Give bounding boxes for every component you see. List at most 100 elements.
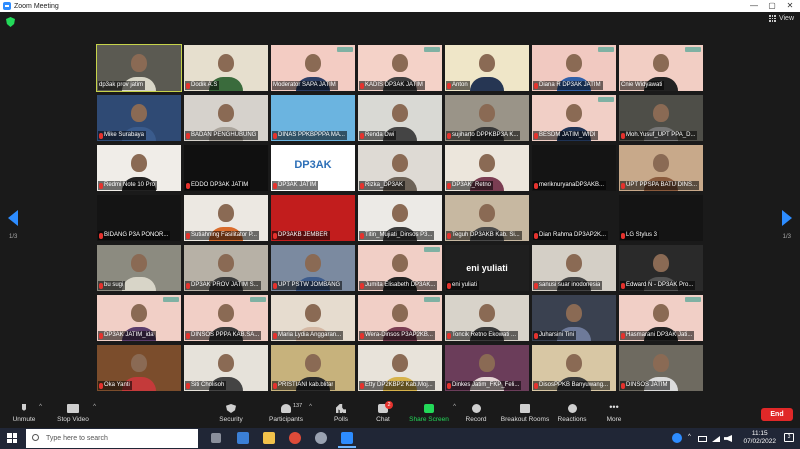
participant-tile[interactable]: sujiharto DPPKBP3A K... bbox=[445, 95, 529, 141]
participant-tile[interactable]: LG Stylus 3 bbox=[619, 195, 703, 241]
participant-tile[interactable]: BADAN PENGHUBUNG bbox=[184, 95, 268, 141]
participant-tile[interactable]: Jumita Elisabeth DP3AK... bbox=[358, 245, 442, 291]
participant-tile[interactable]: Etty DP2KBP2 Kab.Moj... bbox=[358, 345, 442, 391]
participant-tile[interactable]: Redmi Note 10 Pro bbox=[97, 145, 181, 191]
participant-tile[interactable]: dp3ak prov jatim bbox=[96, 44, 182, 92]
participant-face bbox=[305, 54, 321, 72]
previous-page-arrow-icon[interactable] bbox=[8, 210, 18, 226]
muted-microphone-icon bbox=[534, 82, 538, 89]
participant-tile[interactable]: Maria Lydia Anggaran... bbox=[271, 295, 355, 341]
participant-tile[interactable]: KADIS DP3AK JATIM bbox=[358, 45, 442, 91]
taskbar-search-input[interactable]: Type here to search bbox=[26, 429, 198, 448]
participant-name-label: Anton bbox=[446, 81, 470, 90]
window-title: Zoom Meeting bbox=[14, 2, 59, 10]
maximize-button[interactable]: ▢ bbox=[764, 0, 780, 12]
participant-tile[interactable]: Titin_Mujiati_Dinsos P3... bbox=[358, 195, 442, 241]
participant-tile[interactable]: Siti Cholisoh bbox=[184, 345, 268, 391]
participant-tile[interactable]: DINSOS PPPA KAB.SA... bbox=[184, 295, 268, 341]
participant-tile[interactable]: Dinkes Jatim_FKP_Feli... bbox=[445, 345, 529, 391]
help-tray-icon[interactable] bbox=[672, 433, 682, 443]
participant-tile[interactable]: Edward N - DP3AK Pro... bbox=[619, 245, 703, 291]
participant-tile[interactable]: Sutiahning Fasilitator P... bbox=[184, 195, 268, 241]
participant-tile[interactable]: Dian Rahma DP3AP2K... bbox=[532, 195, 616, 241]
participant-tile[interactable]: DP3AK DP3AK JATIM bbox=[271, 145, 355, 191]
participant-tile[interactable]: DisosPPKB Banyuwang... bbox=[532, 345, 616, 391]
participant-tile[interactable]: Rizka_DP3AK bbox=[358, 145, 442, 191]
participant-name-label: DP3AK JATIM bbox=[272, 181, 319, 190]
participant-name-label: Redmi Note 10 Pro bbox=[98, 181, 158, 190]
breakout-rooms-button[interactable]: Breakout Rooms bbox=[500, 404, 550, 423]
participant-tile[interactable]: Cnie Widyawati bbox=[619, 45, 703, 91]
participant-tile[interactable]: DINAS PPKBPPPA MA... bbox=[271, 95, 355, 141]
participants-button[interactable]: 137 Participants ^ bbox=[266, 403, 312, 423]
chat-button[interactable]: 2 Chat bbox=[372, 401, 394, 423]
participant-face bbox=[131, 254, 147, 272]
file-explorer-icon[interactable] bbox=[263, 432, 275, 444]
participant-tile[interactable]: Oka Yanti bbox=[97, 345, 181, 391]
close-button[interactable]: ✕ bbox=[782, 0, 798, 12]
participant-tile[interactable]: Moderator SAPA JATIM bbox=[271, 45, 355, 91]
task-view-icon[interactable] bbox=[211, 433, 221, 443]
participant-tile[interactable]: Dodik A.S bbox=[184, 45, 268, 91]
participant-tile[interactable]: Anton bbox=[445, 45, 529, 91]
taskbar-clock[interactable]: 11:15 07/02/2022 bbox=[743, 430, 776, 446]
record-button[interactable]: Record bbox=[464, 404, 488, 423]
end-meeting-button[interactable]: End bbox=[761, 408, 793, 421]
participant-tile[interactable]: sanusi suar inodonesia bbox=[532, 245, 616, 291]
participant-tile[interactable]: DP3AK JATIM_ida bbox=[97, 295, 181, 341]
participant-tile[interactable]: DINSOS JATIM bbox=[619, 345, 703, 391]
zoom-taskbar-icon[interactable] bbox=[338, 432, 356, 448]
participant-tile[interactable]: DP3AK_Retno bbox=[445, 145, 529, 191]
windows-start-icon[interactable] bbox=[7, 433, 17, 443]
polls-button[interactable]: Polls bbox=[330, 404, 352, 423]
stop-video-button[interactable]: Stop Video ^ bbox=[56, 404, 96, 423]
participant-tile[interactable]: Hasmarani DP3AK Jati... bbox=[619, 295, 703, 341]
notifications-icon[interactable]: 3 bbox=[784, 433, 794, 442]
battery-icon[interactable] bbox=[698, 436, 707, 442]
participant-tile[interactable]: Toncik Retno Ekowati ... bbox=[445, 295, 529, 341]
next-page-arrow-icon[interactable] bbox=[782, 210, 792, 226]
share-options-caret-icon[interactable]: ^ bbox=[453, 404, 456, 410]
security-button[interactable]: Security bbox=[217, 404, 245, 423]
show-hidden-icons-chevron-icon[interactable]: ^ bbox=[688, 434, 691, 440]
participant-tile[interactable]: PRISTIANI kab.blitar bbox=[271, 345, 355, 391]
participant-tile[interactable]: BESDM JATIM_WIDI bbox=[532, 95, 616, 141]
app-icon[interactable] bbox=[315, 432, 327, 444]
participant-tile[interactable]: UPT PSTW JOMBANG bbox=[271, 245, 355, 291]
more-button[interactable]: ••• More bbox=[604, 403, 624, 424]
participant-tile[interactable]: EDDO DP3AK JATIM bbox=[184, 145, 268, 191]
participant-tile[interactable]: UPT PPSPA BATU DINS... bbox=[619, 145, 703, 191]
participant-tile[interactable]: DP3AKB JEMBER bbox=[271, 195, 355, 241]
participant-tile[interactable]: Wera-Dinsos P3AP2KB... bbox=[358, 295, 442, 341]
participant-name: DINSOS JATIM bbox=[626, 382, 668, 388]
reactions-button[interactable]: Reactions bbox=[557, 404, 587, 423]
edge-browser-icon[interactable] bbox=[237, 432, 249, 444]
participant-tile[interactable]: eni yuliati eni yuliati bbox=[445, 245, 529, 291]
volume-icon[interactable] bbox=[724, 435, 732, 442]
participant-tile[interactable]: Moh.Yusuf_UPT PPA_D... bbox=[619, 95, 703, 141]
participants-caret-icon[interactable]: ^ bbox=[309, 404, 312, 410]
participant-tile[interactable]: Juharsini Tini bbox=[532, 295, 616, 341]
muted-microphone-icon bbox=[621, 332, 625, 339]
share-screen-button[interactable]: Share Screen ^ bbox=[408, 404, 456, 423]
participant-tile[interactable]: bu sugi bbox=[97, 245, 181, 291]
unmute-button[interactable]: Unmute ^ bbox=[12, 404, 42, 423]
view-button[interactable]: View bbox=[768, 15, 794, 22]
wifi-icon[interactable] bbox=[712, 436, 720, 442]
participant-tile[interactable]: Renda Dwi bbox=[358, 95, 442, 141]
participant-name: eni yuliati bbox=[452, 282, 478, 288]
audio-options-caret-icon[interactable]: ^ bbox=[39, 404, 42, 410]
video-options-caret-icon[interactable]: ^ bbox=[93, 404, 96, 410]
muted-microphone-icon bbox=[534, 382, 538, 389]
muted-microphone-icon bbox=[447, 282, 451, 289]
participant-name: dp3ak prov jatim bbox=[99, 82, 144, 88]
encryption-shield-icon[interactable] bbox=[6, 17, 15, 27]
participant-tile[interactable]: Diana R DP3AK JATIM bbox=[532, 45, 616, 91]
participant-tile[interactable]: BIDANG P3A PONOR... bbox=[97, 195, 181, 241]
participant-tile[interactable]: Mike Surabaya bbox=[97, 95, 181, 141]
participant-tile[interactable]: Teguh DP3AKB Kab. Si... bbox=[445, 195, 529, 241]
minimize-button[interactable]: — bbox=[746, 0, 762, 12]
chrome-browser-icon[interactable] bbox=[289, 432, 301, 444]
participant-tile[interactable]: DP3AK PROV JATIM S... bbox=[184, 245, 268, 291]
participant-tile[interactable]: meriknuryanaDP3AKB... bbox=[532, 145, 616, 191]
